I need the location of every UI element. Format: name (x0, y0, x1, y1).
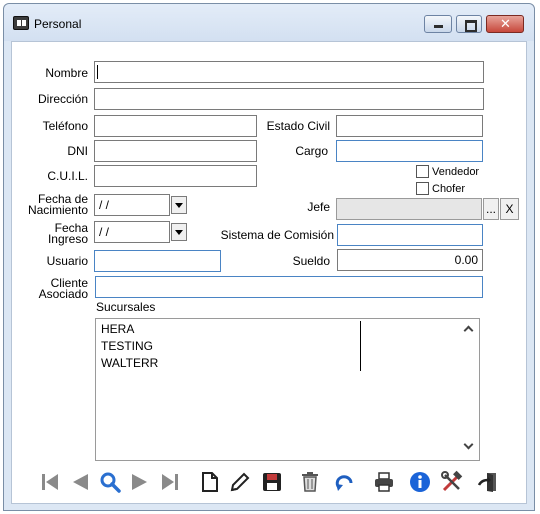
first-record-icon[interactable] (38, 470, 62, 494)
delete-trash-icon[interactable] (298, 470, 322, 494)
dni-label: DNI (67, 144, 88, 158)
last-record-icon[interactable] (158, 470, 182, 494)
next-record-icon[interactable] (128, 470, 152, 494)
dni-input[interactable] (94, 140, 257, 162)
new-document-icon[interactable] (198, 470, 222, 494)
text-caret (97, 65, 98, 79)
list-item[interactable]: WALTERR (101, 356, 158, 370)
chofer-checkbox[interactable] (416, 182, 429, 195)
jefe-browse-button[interactable]: ... (483, 198, 499, 220)
undo-icon[interactable] (332, 470, 356, 494)
nombre-label: Nombre (45, 66, 88, 80)
cuil-label: C.U.I.L. (47, 169, 88, 183)
list-item[interactable]: HERA (101, 322, 134, 336)
maximize-button[interactable] (456, 15, 482, 33)
estado-civil-input[interactable] (336, 115, 483, 137)
sueldo-input[interactable]: 0.00 (337, 249, 483, 271)
print-icon[interactable] (372, 470, 396, 494)
info-icon[interactable] (408, 470, 432, 494)
usuario-label: Usuario (46, 254, 88, 268)
chofer-label: Chofer (432, 183, 466, 195)
cargo-label: Cargo (295, 144, 328, 158)
app-icon (13, 16, 29, 30)
telefono-label: Teléfono (42, 119, 88, 133)
estado-civil-label: Estado Civil (266, 119, 330, 133)
tools-icon[interactable] (440, 470, 464, 494)
search-icon[interactable] (98, 470, 122, 494)
fecha-ingreso-dropdown-button[interactable] (171, 223, 187, 241)
window-title: Personal (34, 17, 82, 31)
scroll-down-icon[interactable] (465, 441, 475, 451)
jefe-label: Jefe (307, 200, 330, 214)
cliente-asociado-input[interactable] (95, 276, 483, 298)
save-disk-icon[interactable] (260, 470, 284, 494)
fecha-ingreso-input[interactable]: / / (94, 221, 170, 243)
list-item[interactable]: TESTING (101, 339, 153, 353)
personal-window: Personal Nombre Dirección Teléfono Estad… (3, 3, 535, 511)
cuil-input[interactable] (94, 165, 257, 187)
direccion-input[interactable] (94, 88, 484, 110)
telefono-input[interactable] (94, 115, 257, 137)
vendedor-checkbox[interactable] (416, 165, 429, 178)
previous-record-icon[interactable] (68, 470, 92, 494)
jefe-clear-button[interactable]: X (500, 198, 519, 220)
cargo-input[interactable] (336, 140, 483, 162)
jefe-input[interactable] (336, 198, 482, 220)
exit-door-icon[interactable] (476, 470, 500, 494)
vendedor-label: Vendedor (432, 166, 480, 178)
direccion-label: Dirección (37, 92, 88, 106)
column-divider[interactable] (360, 321, 361, 371)
sucursales-label: Sucursales (96, 300, 156, 314)
sueldo-label: Sueldo (292, 254, 330, 268)
edit-pencil-icon[interactable] (228, 470, 252, 494)
sistema-comision-input[interactable] (337, 224, 483, 246)
sistema-comision-label: Sistema de Comisión (220, 228, 334, 242)
title-bar[interactable]: Personal (4, 4, 534, 41)
minimize-button[interactable] (424, 15, 452, 33)
close-button[interactable] (486, 15, 524, 33)
fecha-nacimiento-dropdown-button[interactable] (171, 196, 187, 214)
usuario-input[interactable] (94, 250, 221, 272)
scroll-up-icon[interactable] (465, 325, 475, 335)
sucursales-list[interactable]: HERA TESTING WALTERR (95, 318, 480, 461)
fecha-nacimiento-label-line2: Nacimiento (27, 203, 88, 217)
nombre-input[interactable] (94, 61, 484, 83)
record-toolbar (12, 467, 528, 497)
form-area: Nombre Dirección Teléfono Estado Civil D… (11, 41, 527, 504)
cliente-asociado-label-line2: Asociado (38, 287, 88, 301)
fecha-ingreso-label-line2: Ingreso (47, 232, 88, 246)
fecha-nacimiento-input[interactable]: / / (94, 194, 170, 216)
